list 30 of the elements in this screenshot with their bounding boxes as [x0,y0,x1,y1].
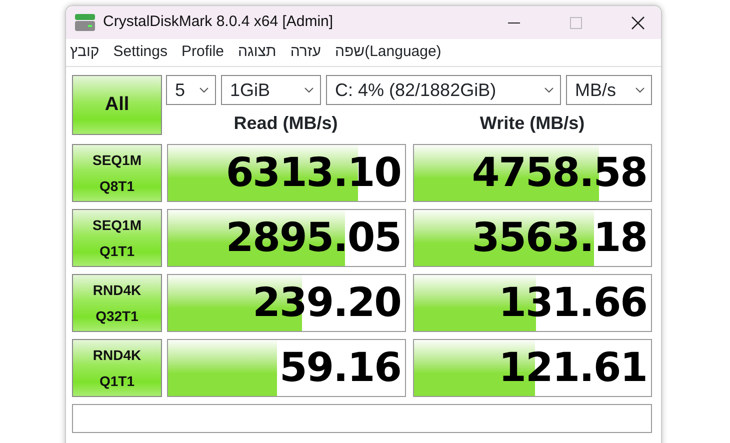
maximize-icon [570,16,582,28]
test-button[interactable]: SEQ1M Q8T1 [72,144,162,202]
result-value: 239.20 [252,279,401,328]
dropdown[interactable]: 5 [166,75,216,105]
chevron-icon [199,87,209,93]
column-header: Write (MB/s) [478,112,586,135]
test-button[interactable]: SEQ1M Q1T1 [72,209,162,267]
dropdown[interactable]: 1GiB [221,75,321,105]
all-button[interactable]: All [72,75,162,135]
menu-item[interactable]: תצוגה [238,41,276,64]
result-value: 131.66 [498,279,647,328]
result-value: 59.16 [279,344,401,393]
menu-item[interactable]: עזרה [290,41,321,64]
app-icon [74,12,96,32]
chevron-icon [635,87,645,93]
chevron-icon [544,87,554,93]
chevron-icon [304,87,314,93]
test-button[interactable]: RND4K Q1T1 [72,339,162,397]
window-title: CrystalDiskMark 8.0.4 x64 [Admin] [103,12,334,32]
close-icon [631,16,645,30]
dropdown[interactable]: C: 4% (82/1882GiB) [326,75,561,105]
result-value: 121.61 [498,344,647,393]
test-button[interactable]: RND4K Q32T1 [72,274,162,332]
menu-item[interactable]: קובץ [70,41,100,64]
dropdown[interactable]: MB/s [566,75,652,105]
column-header: Read (MB/s) [232,112,339,135]
menu-item[interactable]: Settings [113,41,168,64]
menu-item[interactable]: שפה(Language) [334,41,442,64]
menu-item[interactable]: Profile [181,41,224,64]
minimize-icon [508,22,520,24]
